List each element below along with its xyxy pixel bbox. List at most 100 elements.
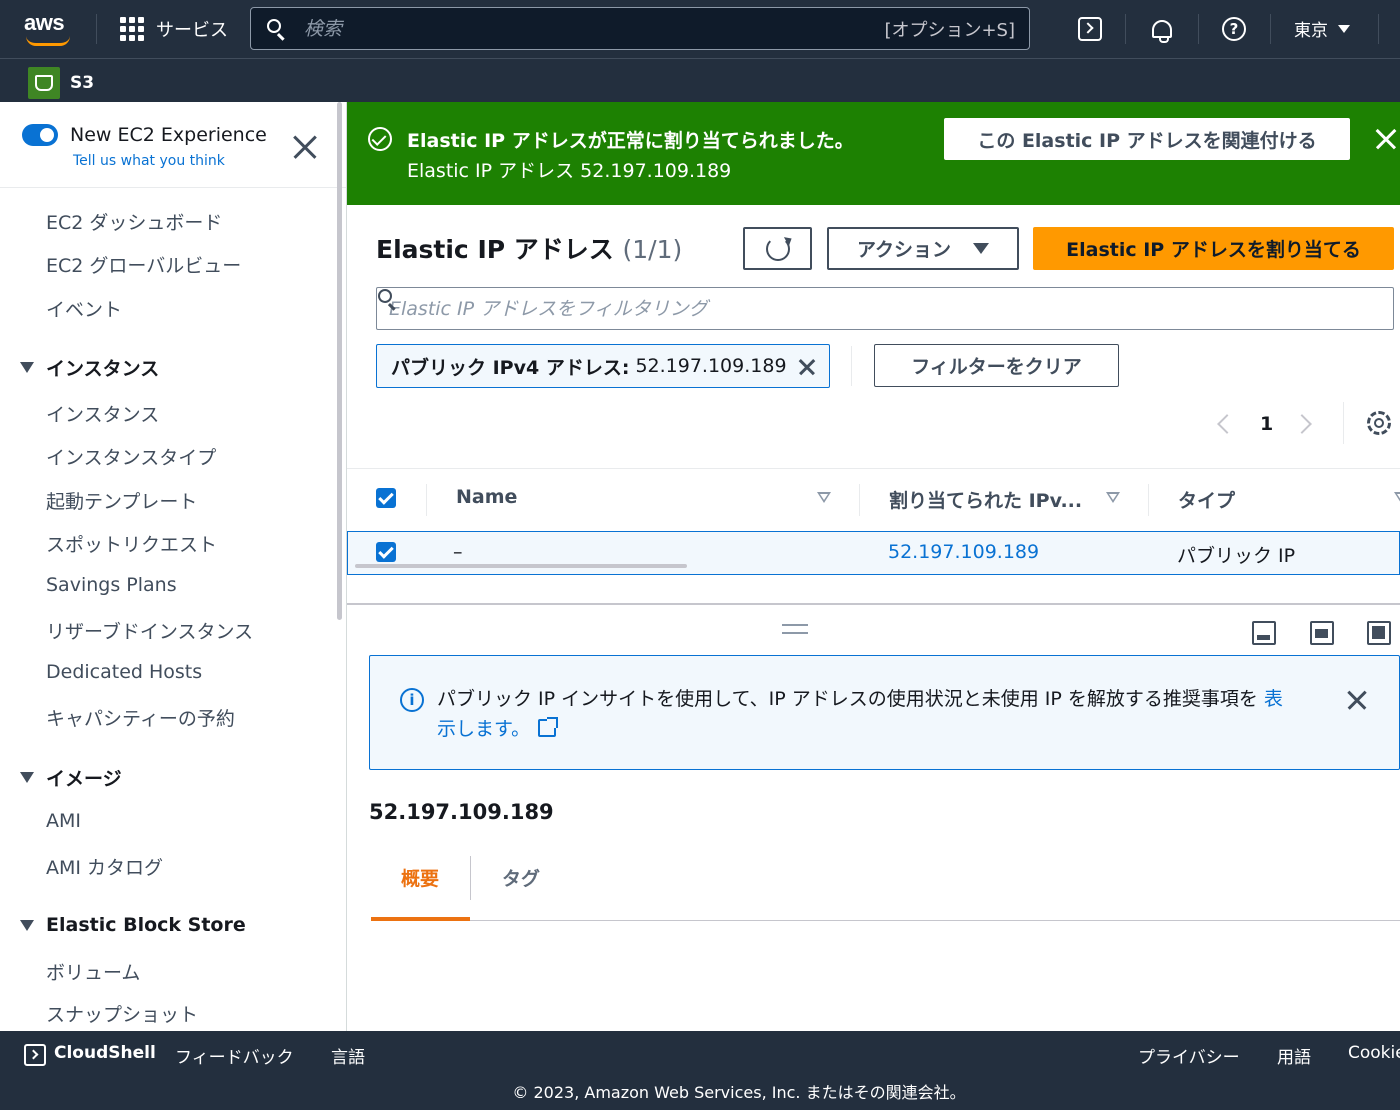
column-header-ipv4[interactable]: 割り当てられた IPv... [889,486,1082,513]
filter-field[interactable] [376,287,1394,330]
gear-icon[interactable] [1367,411,1391,435]
aws-smile-icon [26,36,70,46]
caret-down-icon [20,362,34,373]
sort-icon[interactable] [1394,492,1400,503]
sidebar-item[interactable]: 起動テンプレート [46,487,197,514]
footer-privacy-link[interactable]: プライバシー [1138,1043,1240,1068]
dismiss-flash-button[interactable] [1373,126,1399,152]
filter-input[interactable] [389,297,1393,320]
external-link-icon[interactable] [538,717,559,737]
allocate-eip-button[interactable]: Elastic IP アドレスを割り当てる [1033,227,1394,270]
filter-token: パブリック IPv4 アドレス: 52.197.109.189 [376,344,830,388]
current-page[interactable]: 1 [1260,413,1273,435]
cloudshell-icon [1078,17,1102,41]
new-experience-toggle[interactable] [22,124,58,146]
sidebar-item[interactable]: Savings Plans [46,574,177,596]
sidebar-item[interactable]: EC2 グローバルビュー [46,251,241,278]
column-header-type[interactable]: タイプ [1178,486,1235,513]
sidebar-section[interactable]: イメージ [20,764,122,791]
footer-language-link[interactable]: 言語 [331,1043,365,1068]
sidebar-item[interactable]: インスタンス [46,400,159,427]
sidebar-section-label: インスタンス [46,358,160,380]
feedback-link[interactable]: Tell us what you think [73,153,225,169]
sidebar-item[interactable]: EC2 ダッシュボード [46,208,222,235]
region-selector[interactable]: 東京 [1294,16,1350,41]
column-divider [426,484,427,516]
column-header-name[interactable]: Name [456,486,517,508]
sidebar-item[interactable]: キャパシティーの予約 [46,704,235,731]
global-search[interactable]: [オプション+S] [250,7,1030,50]
sidebar-item[interactable]: イベント [46,295,122,322]
prev-page-icon[interactable] [1217,414,1237,434]
tabs-baseline [371,920,1400,921]
select-all-checkbox[interactable] [376,488,396,508]
close-icon [797,357,817,377]
sidebar-item[interactable]: ボリューム [46,958,140,985]
flash-title: Elastic IP アドレスが正常に割り当てられました。 [407,130,854,152]
sidebar-item[interactable]: スナップショット [46,1000,198,1027]
cloudshell-button[interactable] [1075,14,1105,44]
column-divider [859,484,860,516]
next-page-icon[interactable] [1292,414,1313,434]
clear-filters-button[interactable]: フィルターをクリア [874,344,1119,387]
cloudshell-icon[interactable] [24,1044,46,1066]
caret-down-icon [1338,24,1350,33]
info-alert-text: パブリック IP インサイトを使用して、IP アドレスの使用状況と未使用 IP … [437,684,1337,744]
row-checkbox[interactable] [376,542,396,562]
row-type-cell: パブリック IP [1177,545,1296,567]
region-label: 東京 [1294,21,1328,41]
sort-icon[interactable] [817,492,831,503]
sidebar-item[interactable]: AMI [46,810,81,832]
panel-full-icon[interactable] [1367,621,1391,645]
sort-icon[interactable] [1106,492,1120,503]
tab-tags[interactable]: タグ [502,864,540,891]
success-check-icon [368,127,392,151]
info-icon: i [400,688,424,712]
panel-bottom-icon[interactable] [1252,621,1276,645]
dismiss-info-button[interactable] [1345,688,1369,712]
footer-cloudshell-link[interactable]: CloudShell [54,1043,156,1063]
detail-title: 52.197.109.189 [369,800,554,824]
footer-terms-link[interactable]: 用語 [1277,1043,1311,1068]
global-search-input[interactable] [304,17,885,40]
table-horizontal-scrollbar[interactable] [355,564,687,568]
caret-down-icon [973,243,990,254]
favorite-s3[interactable]: S3 [28,67,94,99]
sidebar-item[interactable]: Dedicated Hosts [46,661,202,683]
divider [1270,14,1271,44]
sidebar-item[interactable]: インスタンスタイプ [46,443,216,470]
help-button[interactable]: ? [1219,14,1249,44]
side-navigation: New EC2 Experience Tell us what you thin… [0,102,347,1031]
refresh-button[interactable] [743,227,812,270]
panel-middle-icon[interactable] [1310,621,1334,645]
sidebar-item[interactable]: スポットリクエスト [46,530,217,557]
sidebar-section-label: Elastic Block Store [46,914,246,936]
services-menu-button[interactable]: サービス [120,14,228,44]
close-sidebar-button[interactable] [290,132,320,162]
close-icon [290,132,320,162]
favorite-s3-label: S3 [70,73,95,93]
sidebar-scrollbar[interactable] [337,102,342,620]
sidebar-item[interactable]: AMI カタログ [46,853,163,880]
selection-count: (1/1) [622,235,683,264]
footer-cookies-link[interactable]: Cookie [1348,1043,1400,1063]
actions-label: アクション [856,239,952,261]
info-link-part1[interactable]: 表 [1264,688,1283,710]
sidebar-section[interactable]: Elastic Block Store [20,914,246,936]
divider [1125,14,1126,44]
table-top-border [347,468,1400,469]
sidebar-section[interactable]: インスタンス [20,354,159,381]
info-alert: i パブリック IP インサイトを使用して、IP アドレスの使用状況と未使用 I… [369,655,1400,770]
info-link-part2[interactable]: 示します。 [437,718,530,740]
remove-filter-button[interactable] [797,357,817,377]
split-panel-resize-handle[interactable] [782,624,808,634]
associate-eip-button[interactable]: この Elastic IP アドレスを関連付ける [944,118,1350,160]
tab-overview[interactable]: 概要 [401,864,439,891]
row-ipv4-link[interactable]: 52.197.109.189 [888,541,1039,563]
footer-feedback-link[interactable]: フィードバック [175,1043,294,1068]
divider [1343,402,1344,444]
actions-dropdown[interactable]: アクション [827,227,1019,270]
aws-logo[interactable]: aws [24,10,74,46]
sidebar-item[interactable]: リザーブドインスタンス [46,617,253,644]
notifications-button[interactable] [1147,14,1177,44]
